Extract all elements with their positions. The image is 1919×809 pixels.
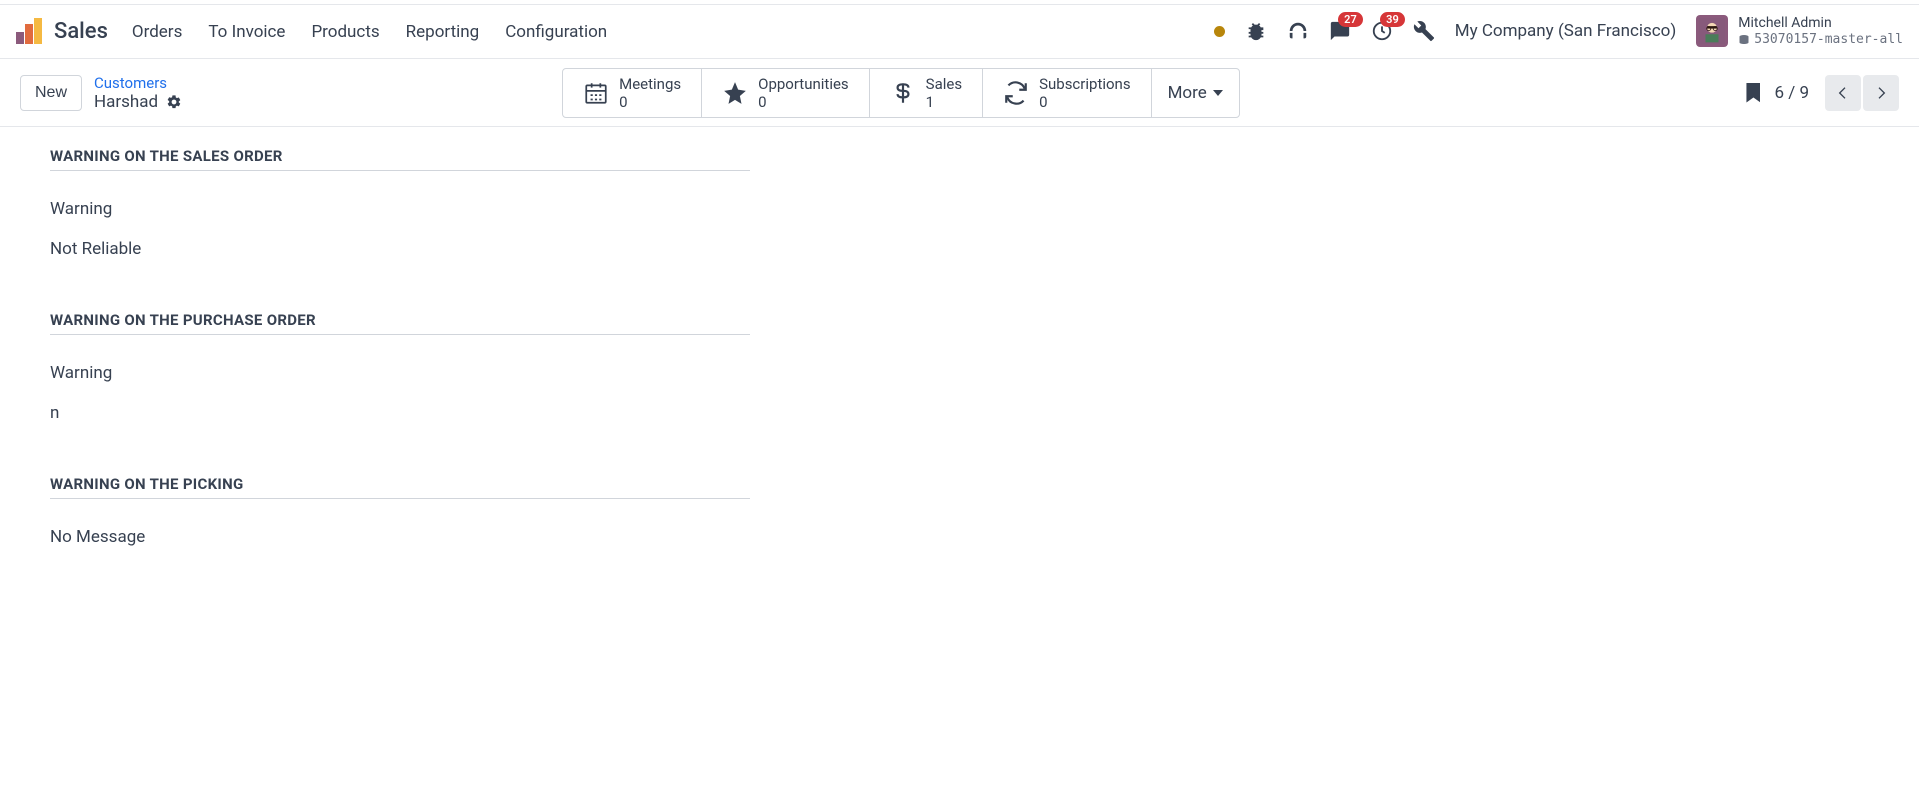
user-menu[interactable]: Mitchell Admin 53070157-master-all (1696, 15, 1903, 47)
user-name: Mitchell Admin (1738, 15, 1903, 32)
nav-reporting[interactable]: Reporting (406, 22, 480, 42)
stat-subscriptions[interactable]: Subscriptions 0 (983, 69, 1151, 117)
field-label: Warning (50, 199, 750, 219)
navbar-right: 27 39 My Company (San Francisco) Mitchel… (1214, 15, 1903, 47)
stat-label: Sales (926, 75, 962, 93)
field-value: Not Reliable (50, 239, 750, 259)
user-info: Mitchell Admin 53070157-master-all (1738, 15, 1903, 47)
stat-meetings[interactable]: Meetings 0 (563, 69, 702, 117)
nav-products[interactable]: Products (311, 22, 379, 42)
section-purchase-warning: WARNING ON THE PURCHASE ORDER Warning n (50, 311, 750, 423)
stat-label: Meetings (619, 75, 681, 93)
pager-buttons (1823, 75, 1899, 111)
pager-prev-button[interactable] (1825, 75, 1861, 111)
more-button[interactable]: More (1152, 69, 1239, 117)
refresh-icon (1003, 80, 1029, 106)
stat-label: Opportunities (758, 75, 849, 93)
breadcrumb-root[interactable]: Customers (94, 74, 182, 92)
navbar: Sales Orders To Invoice Products Reporti… (0, 5, 1919, 59)
app-switcher[interactable]: Sales (16, 18, 108, 46)
messages-icon[interactable]: 27 (1329, 20, 1351, 42)
star-icon (722, 80, 748, 106)
control-left: New Customers Harshad (20, 74, 182, 112)
company-switcher[interactable]: My Company (San Francisco) (1455, 21, 1677, 41)
stat-sales[interactable]: Sales 1 (870, 69, 983, 117)
stat-opportunities[interactable]: Opportunities 0 (702, 69, 870, 117)
stat-value: 1 (926, 93, 962, 111)
field-value: n (50, 403, 750, 423)
activities-badge: 39 (1380, 12, 1405, 27)
stat-value: 0 (619, 93, 681, 111)
pager-next-button[interactable] (1863, 75, 1899, 111)
bookmark-icon[interactable] (1746, 83, 1760, 103)
stat-label: Subscriptions (1039, 75, 1130, 93)
gear-icon[interactable] (166, 94, 182, 110)
field-label: No Message (50, 527, 750, 547)
support-phone-icon[interactable] (1287, 20, 1309, 42)
section-title: WARNING ON THE SALES ORDER (50, 147, 750, 171)
avatar-icon (1696, 15, 1728, 47)
nav-orders[interactable]: Orders (132, 22, 182, 42)
nav-configuration[interactable]: Configuration (505, 22, 607, 42)
nav-to-invoice[interactable]: To Invoice (208, 22, 285, 42)
stat-value: 0 (758, 93, 849, 111)
caret-down-icon (1213, 90, 1223, 96)
nav-links: Orders To Invoice Products Reporting Con… (132, 22, 607, 42)
stat-buttons: Meetings 0 Opportunities 0 Sales 1 (562, 68, 1240, 118)
section-picking-warning: WARNING ON THE PICKING No Message (50, 475, 750, 547)
tools-icon[interactable] (1413, 20, 1435, 42)
bug-icon[interactable] (1245, 20, 1267, 42)
main-scroll[interactable]: WARNING ON THE SALES ORDER Warning Not R… (0, 127, 1919, 809)
new-button[interactable]: New (20, 75, 82, 111)
breadcrumb-current: Harshad (94, 92, 182, 112)
control-right: 6 / 9 (1746, 75, 1899, 111)
form-content: WARNING ON THE SALES ORDER Warning Not R… (0, 127, 800, 619)
control-bar: New Customers Harshad Meetings 0 (0, 59, 1919, 127)
navbar-left: Sales Orders To Invoice Products Reporti… (16, 18, 607, 46)
field-label: Warning (50, 363, 750, 383)
section-sales-warning: WARNING ON THE SALES ORDER Warning Not R… (50, 147, 750, 259)
dollar-icon (890, 80, 916, 106)
activities-icon[interactable]: 39 (1371, 20, 1393, 42)
pager[interactable]: 6 / 9 (1774, 83, 1809, 103)
calendar-icon (583, 80, 609, 106)
db-name: 53070157-master-all (1738, 32, 1903, 48)
messages-badge: 27 (1338, 12, 1363, 27)
stat-value: 0 (1039, 93, 1130, 111)
sales-app-icon (16, 18, 44, 46)
section-title: WARNING ON THE PURCHASE ORDER (50, 311, 750, 335)
status-indicator-icon[interactable] (1214, 26, 1225, 37)
breadcrumb: Customers Harshad (94, 74, 182, 112)
section-title: WARNING ON THE PICKING (50, 475, 750, 499)
app-name: Sales (54, 19, 108, 44)
